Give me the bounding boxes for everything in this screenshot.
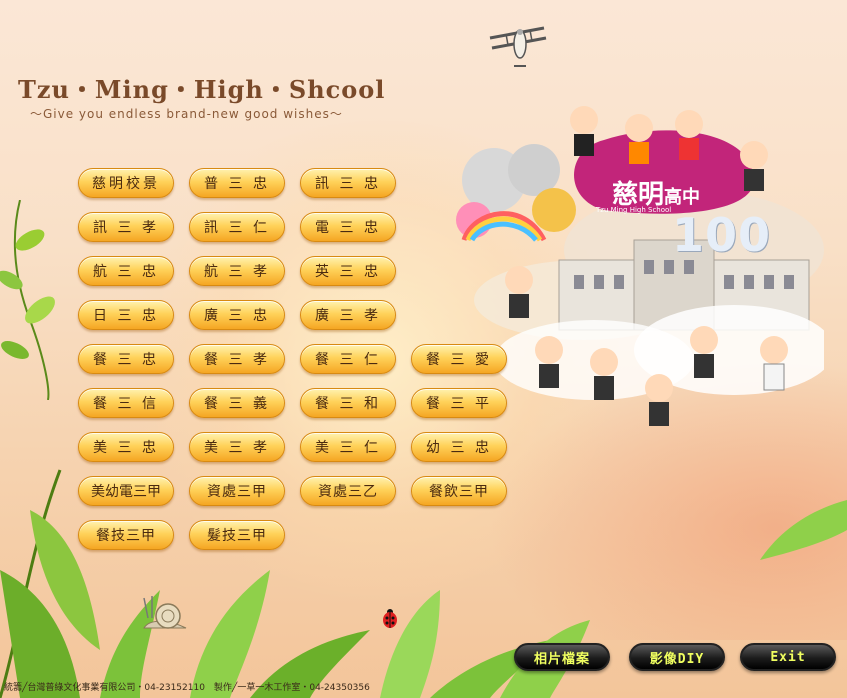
page-subtitle: ～Give you endless brand-new good wishes～ (30, 107, 343, 121)
class-button[interactable]: 美 三 忠 (78, 432, 174, 462)
class-button[interactable]: 髮技三甲 (189, 520, 285, 550)
photos-button[interactable]: 相片檔案 (514, 643, 610, 671)
leaf-icon (760, 500, 847, 560)
class-button[interactable]: 餐 三 愛 (411, 344, 507, 374)
class-button[interactable]: 訊 三 仁 (189, 212, 285, 242)
school-logo-suffix: 高中 (664, 187, 701, 208)
class-button[interactable]: 資處三乙 (300, 476, 396, 506)
class-button[interactable]: 電 三 忠 (300, 212, 396, 242)
class-button[interactable]: 航 三 孝 (189, 256, 285, 286)
class-button[interactable]: 餐 三 孝 (189, 344, 285, 374)
class-button-grid: 慈明校景 普 三 忠 訊 三 忠 訊 三 孝 訊 三 仁 電 三 忠 航 三 忠… (78, 168, 508, 550)
class-button[interactable]: 英 三 忠 (300, 256, 396, 286)
class-button[interactable]: 美 三 孝 (189, 432, 285, 462)
footer-credits: 統籌╱台灣普綠文化事業有限公司・04-23152110 製作╱一草一木工作室・0… (4, 683, 370, 693)
class-button[interactable]: 日 三 忠 (78, 300, 174, 330)
snail-icon (143, 596, 187, 629)
class-button[interactable]: 美 三 仁 (300, 432, 396, 462)
class-button[interactable]: 普 三 忠 (189, 168, 285, 198)
class-button[interactable]: 餐飲三甲 (411, 476, 507, 506)
exit-button[interactable]: Exit (740, 643, 836, 671)
biplane-icon (489, 26, 547, 67)
class-button[interactable]: 訊 三 忠 (300, 168, 396, 198)
class-button[interactable]: 餐 三 仁 (300, 344, 396, 374)
video-diy-button[interactable]: 影像DIY (629, 643, 725, 671)
class-button[interactable]: 廣 三 孝 (300, 300, 396, 330)
class-button[interactable]: 餐技三甲 (78, 520, 174, 550)
class-button[interactable]: 餐 三 平 (411, 388, 507, 418)
school-logo-english: Tzu Ming High School (596, 206, 672, 214)
class-button[interactable]: 廣 三 忠 (189, 300, 285, 330)
ladybug-icon (383, 609, 397, 628)
anniversary-number: 100 (672, 208, 772, 262)
leaf-icon (0, 200, 55, 400)
page-title: Tzu・Ming・High・Shcool (18, 75, 386, 104)
class-button[interactable]: 餐 三 信 (78, 388, 174, 418)
class-button[interactable]: 訊 三 孝 (78, 212, 174, 242)
class-button[interactable]: 餐 三 忠 (78, 344, 174, 374)
class-button[interactable]: 航 三 忠 (78, 256, 174, 286)
class-button[interactable]: 慈明校景 (78, 168, 174, 198)
class-button[interactable]: 餐 三 和 (300, 388, 396, 418)
class-button[interactable]: 幼 三 忠 (411, 432, 507, 462)
class-button[interactable]: 資處三甲 (189, 476, 285, 506)
class-button[interactable]: 餐 三 義 (189, 388, 285, 418)
class-button[interactable]: 美幼電三甲 (78, 476, 174, 506)
